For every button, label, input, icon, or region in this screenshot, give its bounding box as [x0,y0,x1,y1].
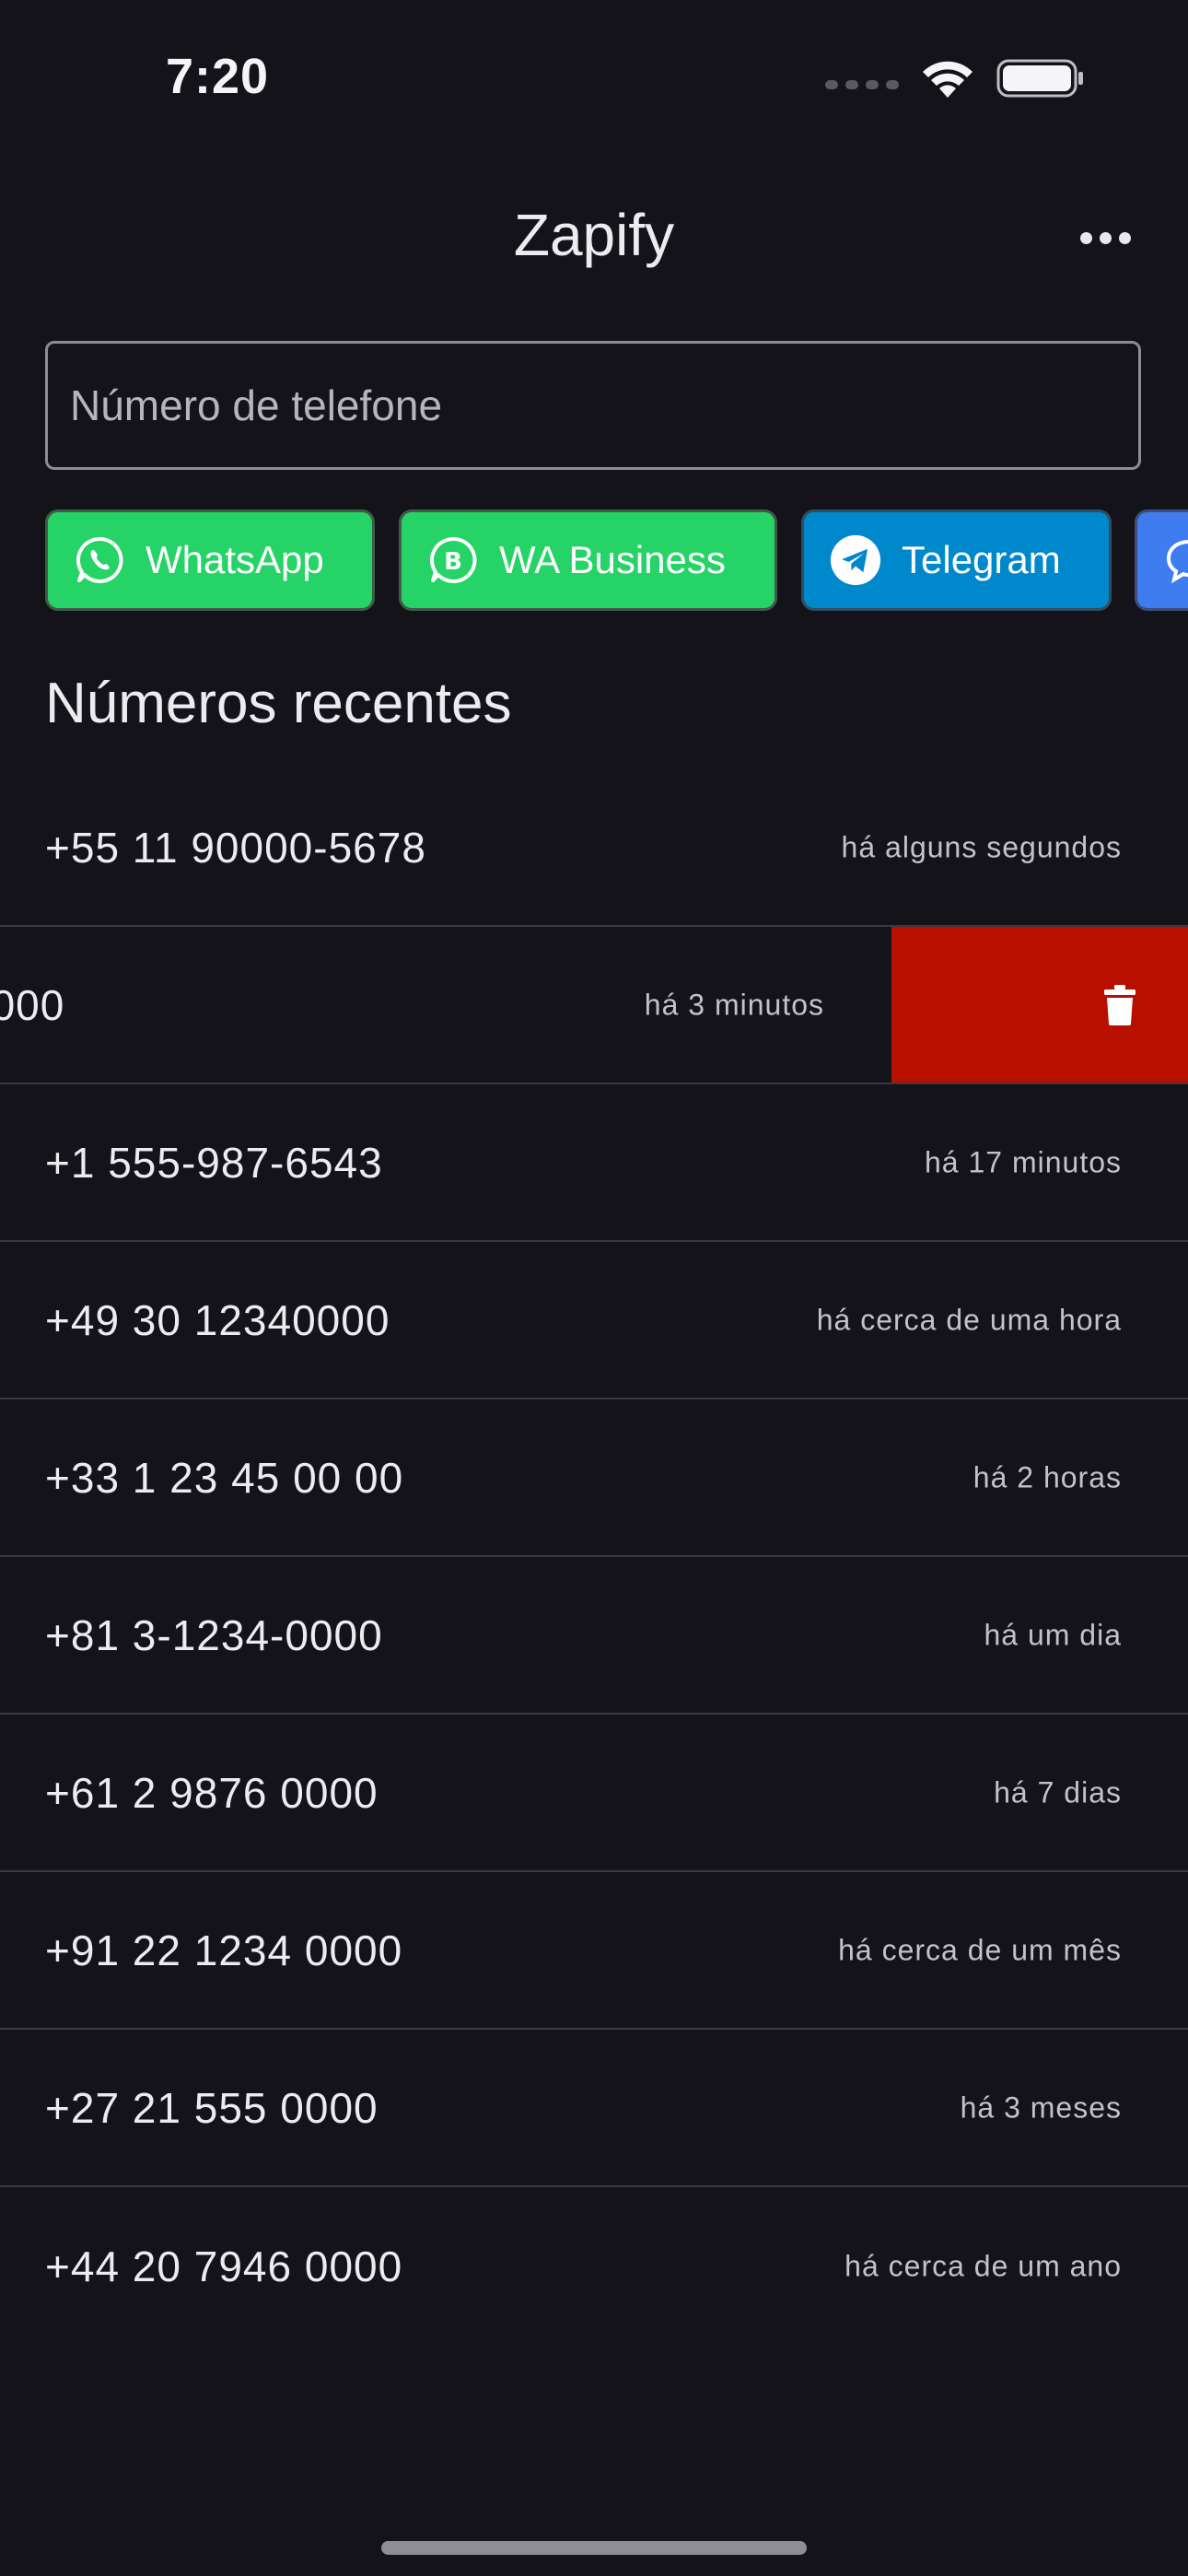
status-icons [825,57,1085,100]
recent-number-row[interactable]: +81 3-1234-0000 há um dia [0,1557,1188,1715]
relative-time: há cerca de um mês [838,1933,1122,1966]
app-chip-row: WhatsApp B WA Business Telegram [45,509,1188,611]
relative-time: há 3 meses [960,2090,1122,2124]
recent-number-row[interactable]: +1 555-987-6543 há 17 minutos [0,1084,1188,1242]
relative-time: há cerca de um ano [844,2249,1122,2282]
phone-number: +33 1 23 45 00 00 [45,1453,404,1502]
relative-time: há 7 dias [994,1775,1122,1809]
recent-number-row[interactable]: +33 1 23 45 00 00 há 2 horas [0,1399,1188,1557]
cellular-signal-icon [825,80,899,89]
message-bubble-icon [1163,534,1188,586]
status-time: 7:20 [166,49,270,104]
recent-number-row[interactable]: +55 11 90000-5678 há alguns segundos [0,769,1188,927]
relative-time: há cerca de uma hora [816,1303,1122,1336]
status-bar: 7:20 [0,0,1188,157]
telegram-icon [830,534,881,586]
whatsapp-business-icon: B [427,534,479,586]
whatsapp-icon [74,534,125,586]
phone-number: +27 21 555 0000 [45,2083,379,2132]
more-horizontal-icon [1079,231,1092,244]
recent-numbers-title: Números recentes [45,672,512,735]
wifi-icon [923,61,973,98]
recent-number-row-swiped[interactable]: 0000 há 3 minutos [0,927,1188,1084]
app-title: Zapify [513,202,675,268]
recent-number-row[interactable]: +61 2 9876 0000 há 7 dias [0,1715,1188,1872]
delete-button[interactable] [891,927,1188,1083]
relative-time: há alguns segundos [841,830,1122,863]
phone-number: +44 20 7946 0000 [45,2242,403,2290]
more-options-button[interactable] [1077,219,1133,256]
svg-text:B: B [444,548,462,576]
phone-number: 0000 [0,980,65,1029]
recent-numbers-list: +55 11 90000-5678 há alguns segundos 000… [0,769,1188,2345]
relative-time: há um dia [984,1618,1122,1651]
phone-number: +61 2 9876 0000 [45,1768,379,1817]
relative-time: há 3 minutos [644,988,824,1021]
recent-number-row[interactable]: +49 30 12340000 há cerca de uma hora [0,1242,1188,1399]
whatsapp-button[interactable]: WhatsApp [45,509,375,611]
wa-business-button[interactable]: B WA Business [399,509,777,611]
phone-number: +55 11 90000-5678 [45,823,426,872]
phone-number-input[interactable] [45,341,1141,470]
relative-time: há 17 minutos [924,1145,1122,1178]
wa-business-label: WA Business [499,538,726,581]
recent-number-row[interactable]: +44 20 7946 0000 há cerca de um ano [0,2187,1188,2345]
recent-number-row[interactable]: +27 21 555 0000 há 3 meses [0,2030,1188,2187]
phone-number: +91 22 1234 0000 [45,1926,403,1974]
battery-icon [996,59,1083,98]
recent-number-row[interactable]: +91 22 1234 0000 há cerca de um mês [0,1872,1188,2030]
phone-number: +49 30 12340000 [45,1295,390,1344]
trash-icon [1104,984,1136,1025]
telegram-button[interactable]: Telegram [801,509,1112,611]
relative-time: há 2 horas [973,1460,1122,1493]
home-indicator[interactable] [381,2541,807,2555]
messages-app-button[interactable] [1135,509,1188,611]
whatsapp-label: WhatsApp [146,538,324,581]
phone-number: +1 555-987-6543 [45,1138,383,1187]
telegram-label: Telegram [902,538,1061,581]
phone-number: +81 3-1234-0000 [45,1610,383,1659]
